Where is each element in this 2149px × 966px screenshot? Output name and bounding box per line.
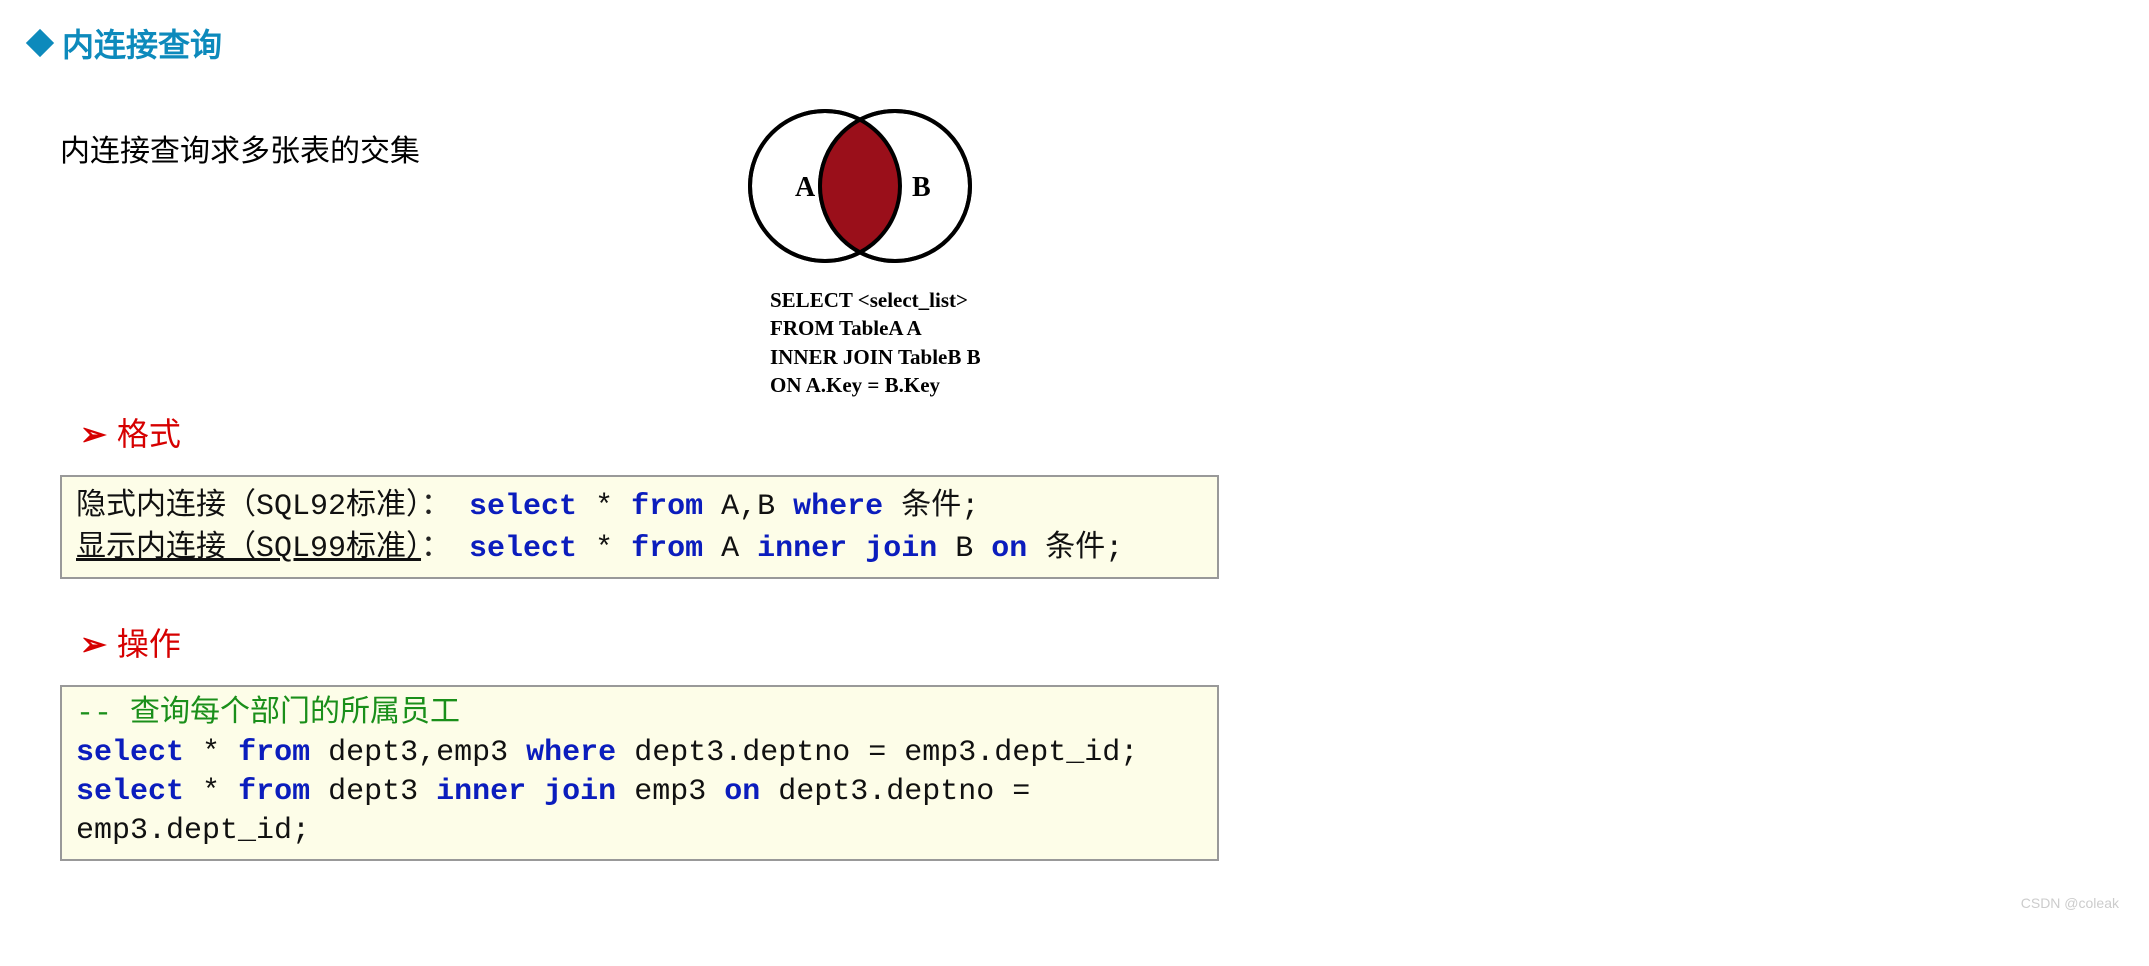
subsection-operation: ➢ 操作 <box>80 619 2119 665</box>
code-comment: -- 查询每个部门的所属员工 <box>76 695 1203 734</box>
venn-sql: SELECT <select_list> FROM TableA A INNER… <box>770 286 1000 399</box>
venn-label-b: B <box>912 172 931 203</box>
venn-sql-line: INNER JOIN TableB B <box>770 343 1000 371</box>
code-line: 隐式内连接（SQL92标准）： select * from A,B where … <box>76 485 1203 527</box>
diamond-icon <box>26 29 54 57</box>
arrow-icon: ➢ <box>80 626 107 662</box>
code-line: select * from dept3,emp3 where dept3.dep… <box>76 734 1203 773</box>
subsection-label: 格式 <box>117 416 181 452</box>
section-title-text: 内连接查询 <box>62 20 222 66</box>
intro-row: 内连接查询求多张表的交集 A B SELECT <select_list> FR… <box>60 96 2119 399</box>
venn-diagram-icon: A B <box>720 96 1000 276</box>
arrow-icon: ➢ <box>80 416 107 452</box>
subsection-label: 操作 <box>117 626 181 662</box>
venn-label-a: A <box>795 172 816 203</box>
code-box-operation: -- 查询每个部门的所属员工 select * from dept3,emp3 … <box>60 685 1219 861</box>
code-line: select * from dept3 inner join emp3 on d… <box>76 773 1203 812</box>
venn-sql-line: ON A.Key = B.Key <box>770 371 1000 399</box>
intro-text: 内连接查询求多张表的交集 <box>60 126 420 170</box>
venn-diagram-container: A B SELECT <select_list> FROM TableA A I… <box>720 96 1000 399</box>
section-header: 内连接查询 <box>30 20 2119 66</box>
code-line: 显示内连接（SQL99标准）： select * from A inner jo… <box>76 527 1203 569</box>
venn-sql-line: FROM TableA A <box>770 314 1000 342</box>
venn-sql-line: SELECT <select_list> <box>770 286 1000 314</box>
subsection-format: ➢ 格式 <box>80 409 2119 455</box>
code-line: emp3.dept_id; <box>76 812 1203 851</box>
code-box-format: 隐式内连接（SQL92标准）： select * from A,B where … <box>60 475 1219 579</box>
watermark: CSDN @coleak <box>2021 895 2119 911</box>
